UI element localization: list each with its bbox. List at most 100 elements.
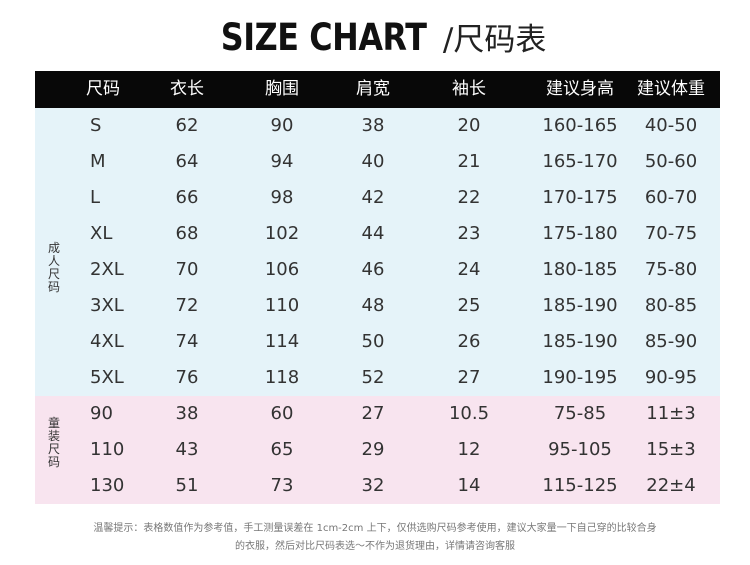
footnote: 温馨提示：表格数值作为参考值，手工测量误差在 1cm-2cm 上下，仅供选购尺码… (0, 520, 750, 556)
cell-sleeve: 22 (457, 187, 481, 208)
header-size: 尺码 (86, 79, 120, 99)
table-row: M 64 94 40 21 165-170 50-60 (35, 144, 720, 180)
cell-chest: 98 (270, 187, 294, 208)
cell-chest: 110 (264, 295, 300, 316)
cell-length: 66 (175, 187, 199, 208)
header-chest: 胸围 (265, 79, 299, 99)
cell-weight: 90-95 (644, 367, 698, 388)
table-row: S 62 90 38 20 160-165 40-50 (35, 108, 720, 144)
cell-size: 110 (90, 439, 125, 460)
cell-height: 165-170 (542, 151, 618, 172)
table-row: 90 38 60 27 10.5 75-85 11±3 (35, 396, 720, 432)
header-height: 建议身高 (546, 79, 614, 99)
cell-length: 51 (175, 475, 199, 496)
cell-shoulder: 52 (361, 367, 385, 388)
cell-chest: 94 (270, 151, 294, 172)
footnote-line-2: 的衣服，然后对比尺码表选～不作为退货理由，详情请咨询客服 (235, 541, 515, 552)
header-weight: 建议体重 (637, 79, 705, 99)
cell-shoulder: 27 (361, 403, 385, 424)
cell-weight: 60-70 (644, 187, 698, 208)
cell-sleeve: 10.5 (448, 403, 490, 424)
cell-length: 76 (175, 367, 199, 388)
cell-length: 70 (175, 259, 199, 280)
cell-chest: 114 (264, 331, 300, 352)
size-chart-table: 尺码 衣长 胸围 肩宽 袖长 建议身高 建议体重 成人尺码 童装尺码 S 62 90… (35, 71, 720, 504)
cell-sleeve: 20 (457, 115, 481, 136)
table-row: 3XL 72 110 48 25 185-190 80-85 (35, 288, 720, 324)
cell-shoulder: 48 (361, 295, 385, 316)
cell-chest: 73 (270, 475, 294, 496)
cell-shoulder: 42 (361, 187, 385, 208)
cell-height: 170-175 (542, 187, 618, 208)
cell-weight: 50-60 (644, 151, 698, 172)
header-sleeve: 袖长 (452, 79, 486, 99)
table-row: 2XL 70 106 46 24 180-185 75-80 (35, 252, 720, 288)
cell-size: 3XL (90, 295, 124, 316)
cell-sleeve: 27 (457, 367, 481, 388)
cell-size: L (90, 187, 101, 208)
cell-sleeve: 23 (457, 223, 481, 244)
cell-chest: 106 (264, 259, 300, 280)
table-row: 110 43 65 29 12 95-105 15±3 (35, 432, 720, 468)
cell-size: 5XL (90, 367, 124, 388)
cell-shoulder: 38 (361, 115, 385, 136)
cell-length: 62 (175, 115, 199, 136)
cell-length: 64 (175, 151, 199, 172)
header-length: 衣长 (170, 79, 204, 99)
cell-weight: 85-90 (644, 331, 698, 352)
cell-chest: 102 (264, 223, 300, 244)
table-row: 5XL 76 118 52 27 190-195 90-95 (35, 360, 720, 396)
cell-chest: 65 (270, 439, 294, 460)
cell-sleeve: 21 (457, 151, 481, 172)
header-shoulder: 肩宽 (356, 79, 390, 99)
cell-chest: 90 (270, 115, 294, 136)
cell-height: 175-180 (542, 223, 618, 244)
cell-length: 72 (175, 295, 199, 316)
cell-height: 180-185 (542, 259, 618, 280)
cell-sleeve: 12 (457, 439, 481, 460)
cell-chest: 60 (270, 403, 294, 424)
title-chinese: 尺码表 (453, 22, 547, 58)
cell-size: M (90, 151, 106, 172)
cell-chest: 118 (264, 367, 300, 388)
cell-shoulder: 46 (361, 259, 385, 280)
cell-weight: 75-80 (644, 259, 698, 280)
cell-shoulder: 44 (361, 223, 385, 244)
cell-length: 43 (175, 439, 199, 460)
cell-sleeve: 14 (457, 475, 481, 496)
cell-height: 160-165 (542, 115, 618, 136)
cell-weight: 22±4 (646, 475, 696, 496)
cell-height: 115-125 (542, 475, 618, 496)
cell-size: 2XL (90, 259, 124, 280)
cell-height: 185-190 (542, 295, 618, 316)
table-row: 130 51 73 32 14 115-125 22±4 (35, 468, 720, 504)
title-separator: / (442, 22, 454, 58)
cell-weight: 15±3 (646, 439, 696, 460)
cell-shoulder: 29 (361, 439, 385, 460)
title-english: SIZE CHART (220, 16, 427, 59)
cell-height: 190-195 (542, 367, 618, 388)
cell-weight: 40-50 (644, 115, 698, 136)
cell-shoulder: 50 (361, 331, 385, 352)
cell-sleeve: 26 (457, 331, 481, 352)
cell-height: 75-85 (553, 403, 607, 424)
cell-size: XL (90, 223, 113, 244)
table-row: XL 68 102 44 23 175-180 70-75 (35, 216, 720, 252)
cell-shoulder: 40 (361, 151, 385, 172)
page-title: SIZE CHART /尺码表 (0, 14, 750, 59)
cell-size: 90 (90, 403, 113, 424)
cell-weight: 70-75 (644, 223, 698, 244)
cell-height: 95-105 (548, 439, 612, 460)
cell-height: 185-190 (542, 331, 618, 352)
cell-shoulder: 32 (361, 475, 385, 496)
cell-weight: 11±3 (646, 403, 696, 424)
table-row: 4XL 74 114 50 26 185-190 85-90 (35, 324, 720, 360)
cell-size: S (90, 115, 102, 136)
cell-sleeve: 24 (457, 259, 481, 280)
table-header: 尺码 衣长 胸围 肩宽 袖长 建议身高 建议体重 (35, 71, 720, 108)
footnote-line-1: 温馨提示：表格数值作为参考值，手工测量误差在 1cm-2cm 上下，仅供选购尺码… (93, 523, 657, 534)
cell-size: 4XL (90, 331, 124, 352)
cell-size: 130 (90, 475, 125, 496)
cell-length: 68 (175, 223, 199, 244)
table-row: L 66 98 42 22 170-175 60-70 (35, 180, 720, 216)
